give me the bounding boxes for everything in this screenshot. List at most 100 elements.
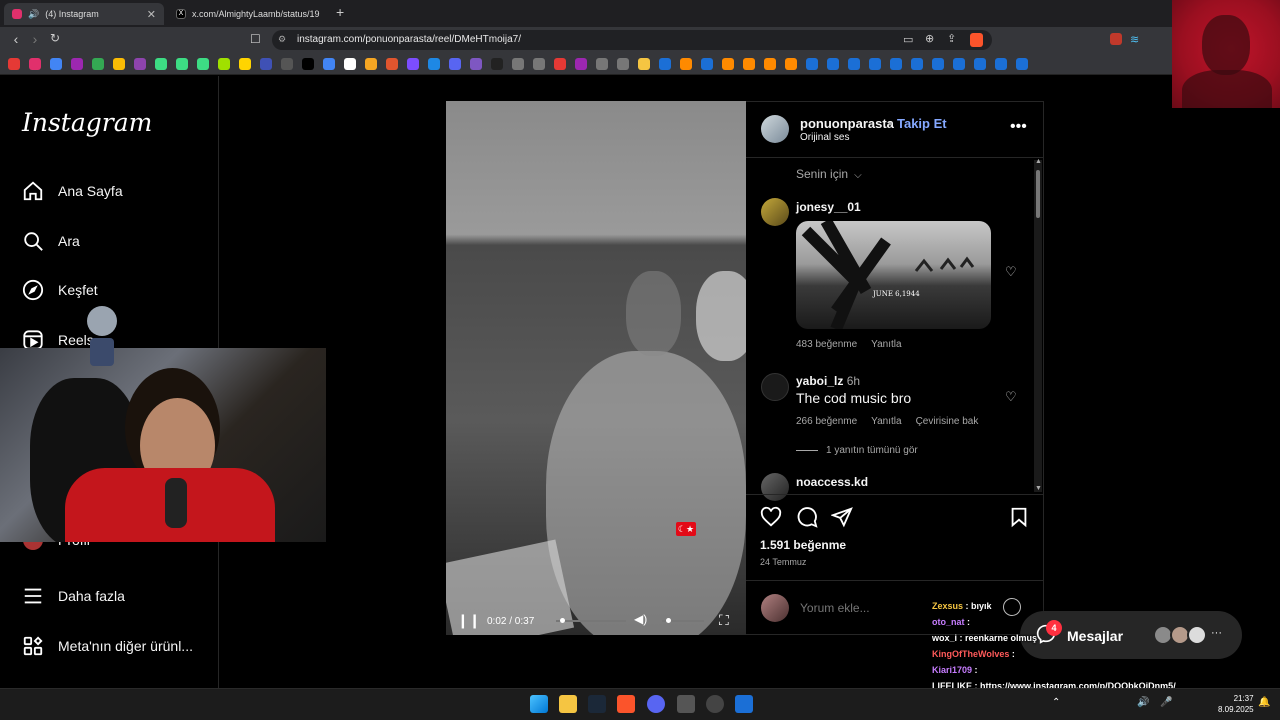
scrollbar-thumb[interactable] (1036, 170, 1040, 218)
comment-image[interactable] (796, 221, 991, 329)
bookmark-icon[interactable] (890, 57, 902, 70)
reel-video[interactable] (446, 101, 746, 635)
bookmark-icon[interactable] (533, 57, 545, 70)
comment-likes[interactable]: 483 beğenme (796, 339, 857, 350)
bookmark-icon[interactable] (134, 57, 146, 70)
bookmark-icon[interactable] (344, 57, 356, 70)
bookmark-icon[interactable] (806, 57, 818, 70)
bookmark-icon[interactable] (701, 57, 713, 70)
bookmark-icon[interactable] (302, 57, 314, 70)
mic-tray-icon[interactable]: 🎤 (1160, 697, 1172, 708)
bookmark-icon[interactable] (50, 57, 62, 70)
bookmark-icon[interactable] (554, 57, 566, 70)
bookmark-icon[interactable] (680, 57, 692, 70)
reply-link[interactable]: Yanıtla (871, 339, 901, 350)
bookmark-icon[interactable] (1016, 57, 1028, 70)
like-icon[interactable] (760, 506, 782, 534)
bookmark-icon[interactable] (722, 57, 734, 70)
volume-icon[interactable]: ◀) (634, 612, 647, 626)
bookmark-icon[interactable] (407, 57, 419, 70)
bookmark-icon[interactable] (953, 57, 965, 70)
obs-icon[interactable] (706, 695, 724, 713)
nav-item-meta-apps[interactable]: Meta'nın diğer ürünl... (22, 631, 193, 661)
comment-avatar[interactable] (761, 473, 789, 501)
bookmark-icon[interactable] (848, 57, 860, 70)
bookmark-icon[interactable] (596, 57, 608, 70)
comment-avatar[interactable] (761, 373, 789, 401)
save-icon[interactable] (1008, 506, 1030, 534)
brave-icon[interactable] (617, 695, 635, 713)
translate-link[interactable]: Çevirisine bak (916, 416, 979, 427)
browser-tab-x[interactable]: X x.com/AlmightyLaamb/status/19626 (168, 3, 328, 25)
scroll-up-icon[interactable]: ▲ (1035, 158, 1042, 165)
bookmark-icon[interactable] (995, 57, 1007, 70)
comment-sort-dropdown[interactable]: Senin için ⌵ (796, 167, 862, 181)
brave-shield-icon[interactable] (970, 33, 983, 47)
bookmark-icon[interactable] (176, 57, 188, 70)
notification-icon[interactable]: 🔔 (1258, 697, 1270, 708)
nav-item-more[interactable]: Daha fazla (22, 581, 125, 611)
bookmark-icon[interactable] (932, 57, 944, 70)
reply-link[interactable]: Yanıtla (871, 416, 901, 427)
cast-icon[interactable]: ▭ (903, 33, 913, 46)
bookmark-icon[interactable] (764, 57, 776, 70)
bookmark-icon[interactable] (449, 57, 461, 70)
browser-tab-instagram[interactable]: 🔊 (4) Instagram ✕ (4, 3, 164, 25)
fullscreen-icon[interactable]: ⛶ (719, 612, 729, 629)
bookmark-icon[interactable] (281, 57, 293, 70)
bookmark-icon[interactable] (92, 57, 104, 70)
view-replies-link[interactable]: 1 yanıtın tümünü gör (796, 445, 918, 456)
nav-item-explore[interactable]: Keşfet (22, 275, 98, 305)
instagram-logo[interactable]: Instagram (22, 108, 152, 137)
nav-item-search[interactable]: Ara (22, 226, 80, 256)
comment-username[interactable]: yaboi_lz (796, 374, 843, 388)
bookmark-icon[interactable] (659, 57, 671, 70)
bookmark-icon[interactable] (512, 57, 524, 70)
pause-icon[interactable]: ❙❙ (457, 612, 480, 629)
scroll-down-icon[interactable]: ▼ (1035, 485, 1042, 492)
bookmark-icon[interactable] (785, 57, 797, 70)
extension-icon[interactable] (1110, 33, 1122, 45)
new-tab-button[interactable]: + (336, 4, 344, 20)
bookmark-icon[interactable] (911, 57, 923, 70)
app-icon[interactable] (677, 695, 695, 713)
discord-icon[interactable] (647, 695, 665, 713)
volume-tray-icon[interactable]: 🔊 (1137, 697, 1149, 708)
bookmark-icon[interactable] (386, 57, 398, 70)
share-icon[interactable] (830, 506, 853, 534)
bookmark-icon[interactable] (197, 57, 209, 70)
seek-handle[interactable] (559, 618, 565, 623)
like-comment-icon[interactable]: ♡ (1005, 389, 1017, 405)
steam-app-icon[interactable] (735, 695, 753, 713)
comment-icon[interactable] (796, 506, 818, 534)
bookmark-icon[interactable] (365, 57, 377, 70)
bookmark-icon[interactable] (113, 57, 125, 70)
back-icon[interactable]: ‹ (7, 31, 25, 47)
bookmark-icon[interactable] (491, 57, 503, 70)
audio-label[interactable]: Orijinal ses (800, 132, 849, 143)
bookmark-icon[interactable] (218, 57, 230, 70)
nav-item-home[interactable]: Ana Sayfa (22, 176, 123, 206)
clock[interactable]: 21:37 8.09.2025 (1218, 693, 1254, 715)
more-options-icon[interactable]: ••• (1010, 118, 1027, 136)
close-tab-icon[interactable]: ✕ (147, 8, 156, 21)
bookmark-page-icon[interactable]: ☐ (250, 32, 261, 46)
site-info-icon[interactable]: ⚙ (278, 34, 286, 45)
bookmark-icon[interactable] (29, 57, 41, 70)
seek-bar[interactable] (556, 620, 626, 622)
reload-icon[interactable]: ↻ (46, 31, 64, 45)
bookmark-icon[interactable] (869, 57, 881, 70)
bookmark-icon[interactable] (470, 57, 482, 70)
bookmark-icon[interactable] (575, 57, 587, 70)
bookmark-icon[interactable] (827, 57, 839, 70)
zoom-icon[interactable]: ⊕ (925, 32, 934, 45)
author-username[interactable]: ponuonparasta (800, 116, 894, 131)
start-icon[interactable] (530, 695, 548, 713)
bookmark-icon[interactable] (428, 57, 440, 70)
comment-username[interactable]: jonesy__01 (796, 200, 861, 214)
share-icon[interactable]: ⇪ (947, 32, 956, 45)
bookmark-icon[interactable] (743, 57, 755, 70)
bookmark-icon[interactable] (260, 57, 272, 70)
steam-icon[interactable] (588, 695, 606, 713)
follow-button[interactable]: Takip Et (897, 116, 947, 131)
